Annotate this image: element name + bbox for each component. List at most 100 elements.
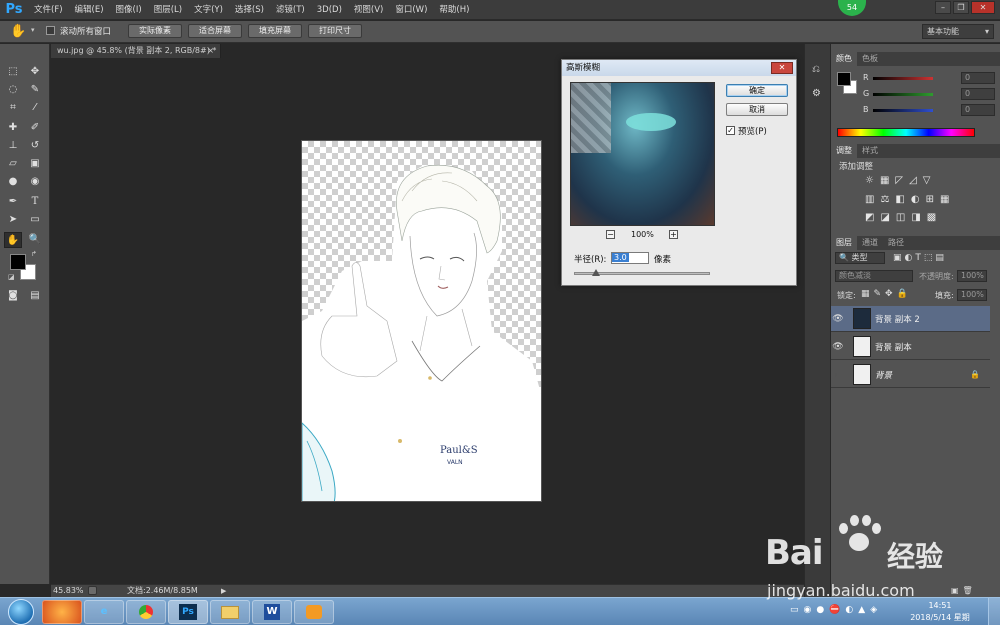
blend-mode-select[interactable]: 颜色减淡 bbox=[835, 270, 913, 282]
tab-adjustments[interactable]: 调整 bbox=[831, 144, 857, 158]
history-brush-tool-icon[interactable]: ↺ bbox=[26, 138, 44, 154]
show-desktop-button[interactable] bbox=[988, 598, 1000, 625]
radius-slider-thumb[interactable] bbox=[592, 269, 600, 276]
eye-icon[interactable]: 👁 bbox=[831, 342, 845, 352]
menu-view[interactable]: 视图(V) bbox=[348, 0, 389, 20]
tab-channels[interactable]: 通道 bbox=[857, 236, 883, 250]
adjust-icons-row-3[interactable]: ◩◪◫◨▩ bbox=[865, 212, 942, 223]
color-spectrum-bar[interactable] bbox=[837, 128, 975, 137]
pen-tool-icon[interactable]: ✒ bbox=[4, 194, 22, 210]
menu-layer[interactable]: 图层(L) bbox=[148, 0, 188, 20]
actual-pixels-button[interactable]: 实际像素 bbox=[128, 24, 182, 38]
layer-kind-filter[interactable]: 🔍 类型 bbox=[835, 252, 885, 264]
blue-value-field[interactable]: 0 bbox=[961, 104, 995, 116]
red-slider[interactable] bbox=[873, 77, 933, 80]
restore-button[interactable]: ❐ bbox=[953, 1, 969, 14]
history-icon[interactable]: ⎌ bbox=[812, 64, 820, 75]
move-tool-icon[interactable]: ✥ bbox=[26, 64, 44, 80]
menu-3d[interactable]: 3D(D) bbox=[311, 0, 348, 20]
tab-color[interactable]: 颜色 bbox=[831, 52, 857, 66]
word-taskbar-icon[interactable]: W bbox=[252, 600, 292, 624]
system-tray-icons[interactable]: ▭◉●⛔◐▲◈ bbox=[790, 605, 882, 615]
crop-tool-icon[interactable]: ⌗ bbox=[4, 100, 22, 116]
gradient-tool-icon[interactable]: ▣ bbox=[26, 156, 44, 172]
hand-tool-active-icon[interactable]: ✋ bbox=[4, 232, 22, 248]
tray-clock[interactable]: 14:51 2018/5/14 星期一 bbox=[910, 600, 970, 625]
document-tab[interactable]: wu.jpg @ 45.8% (背景 副本 2, RGB/8#) * × bbox=[51, 44, 221, 58]
scroll-all-windows-checkbox[interactable] bbox=[46, 26, 55, 35]
preview-checkbox[interactable]: ✓ bbox=[726, 126, 735, 135]
quick-mask-icon[interactable]: ◙ bbox=[4, 288, 22, 304]
screen-mode-icon[interactable]: ▤ bbox=[26, 288, 44, 304]
brush-tool-icon[interactable]: ✐ bbox=[26, 120, 44, 136]
green-slider[interactable] bbox=[873, 93, 933, 96]
type-tool-icon[interactable]: T bbox=[26, 194, 44, 210]
workspace-select[interactable]: 基本功能 ▾ bbox=[922, 24, 994, 39]
firefox-taskbar-icon[interactable] bbox=[42, 600, 82, 624]
fill-field[interactable]: 100% bbox=[957, 289, 987, 301]
tab-styles[interactable]: 样式 bbox=[857, 144, 883, 158]
status-info-icon[interactable] bbox=[88, 586, 97, 595]
properties-icon[interactable]: ⚙ bbox=[812, 88, 821, 99]
lock-icons[interactable]: ▦✎✥🔒 bbox=[861, 289, 912, 299]
zoom-level[interactable]: 45.83% bbox=[53, 585, 84, 597]
zoom-tool-icon[interactable]: 🔍 bbox=[26, 232, 44, 248]
menu-image[interactable]: 图像(I) bbox=[110, 0, 148, 20]
clone-stamp-tool-icon[interactable]: ⊥ bbox=[4, 138, 22, 154]
status-menu-arrow-icon[interactable]: ▶ bbox=[221, 585, 226, 597]
tool-preset-chevron-icon[interactable]: ▾ bbox=[31, 26, 35, 34]
foreground-color-swatch[interactable] bbox=[10, 254, 26, 270]
tab-layers[interactable]: 图层 bbox=[831, 236, 857, 250]
dodge-tool-icon[interactable]: ◉ bbox=[26, 174, 44, 190]
blur-tool-icon[interactable]: ● bbox=[4, 174, 22, 190]
adjust-icons-row-1[interactable]: ☼▦◸◿▽ bbox=[865, 175, 936, 186]
video-player-taskbar-icon[interactable] bbox=[294, 600, 334, 624]
lasso-tool-icon[interactable]: ◌ bbox=[4, 82, 22, 98]
menu-help[interactable]: 帮助(H) bbox=[433, 0, 475, 20]
path-select-tool-icon[interactable]: ➤ bbox=[4, 212, 22, 228]
opacity-field[interactable]: 100% bbox=[957, 270, 987, 282]
cancel-button[interactable]: 取消 bbox=[726, 103, 788, 116]
red-value-field[interactable]: 0 bbox=[961, 72, 995, 84]
blue-slider[interactable] bbox=[873, 109, 933, 112]
photoshop-taskbar-icon[interactable]: Ps bbox=[168, 600, 208, 624]
eyedropper-tool-icon[interactable]: ⁄ bbox=[26, 100, 44, 116]
menu-edit[interactable]: 编辑(E) bbox=[69, 0, 110, 20]
explorer-taskbar-icon[interactable] bbox=[210, 600, 250, 624]
rectangle-tool-icon[interactable]: ▭ bbox=[26, 212, 44, 228]
hand-tool-icon[interactable]: ✋ bbox=[10, 24, 26, 39]
layer-row[interactable]: 👁 背景 副本 2 bbox=[831, 306, 990, 332]
menu-filter[interactable]: 滤镜(T) bbox=[270, 0, 311, 20]
blur-preview-image[interactable] bbox=[570, 82, 715, 226]
minimize-button[interactable]: – bbox=[935, 1, 951, 14]
menu-window[interactable]: 窗口(W) bbox=[389, 0, 433, 20]
close-window-button[interactable]: ✕ bbox=[971, 1, 995, 14]
swap-colors-icon[interactable]: ↱ bbox=[31, 250, 37, 258]
eraser-tool-icon[interactable]: ▱ bbox=[4, 156, 22, 172]
green-value-field[interactable]: 0 bbox=[961, 88, 995, 100]
tab-paths[interactable]: 路径 bbox=[883, 236, 909, 250]
start-button[interactable] bbox=[8, 599, 34, 625]
tab-swatches[interactable]: 色板 bbox=[857, 52, 883, 66]
print-size-button[interactable]: 打印尺寸 bbox=[308, 24, 362, 38]
layer-row[interactable]: 👁 背景 副本 bbox=[831, 334, 990, 360]
chrome-taskbar-icon[interactable] bbox=[126, 600, 166, 624]
ie-taskbar-icon[interactable]: e bbox=[84, 600, 124, 624]
eye-hidden-icon[interactable]: ▫ bbox=[831, 370, 845, 380]
adjust-icons-row-2[interactable]: ▥⚖◧◐⊞▦ bbox=[865, 194, 955, 205]
document-canvas[interactable]: Paul&S VALN bbox=[301, 140, 542, 502]
fill-screen-button[interactable]: 填充屏幕 bbox=[248, 24, 302, 38]
default-colors-icon[interactable]: ◪ bbox=[8, 273, 15, 281]
dialog-close-button[interactable]: ✕ bbox=[771, 62, 793, 74]
radius-input[interactable]: 3.0 bbox=[611, 252, 649, 264]
layer-filter-icons[interactable]: ▣◐T⬚▤ bbox=[893, 253, 947, 263]
fit-screen-button[interactable]: 适合屏幕 bbox=[188, 24, 242, 38]
ok-button[interactable]: 确定 bbox=[726, 84, 788, 97]
menu-file[interactable]: 文件(F) bbox=[28, 0, 69, 20]
layer-row[interactable]: ▫ 背景 🔒 bbox=[831, 362, 990, 388]
marquee-tool-icon[interactable]: ⬚ bbox=[4, 64, 22, 80]
quick-select-tool-icon[interactable]: ✎ bbox=[26, 82, 44, 98]
zoom-out-button[interactable]: − bbox=[606, 230, 615, 239]
menu-select[interactable]: 选择(S) bbox=[229, 0, 270, 20]
close-tab-icon[interactable]: × bbox=[207, 44, 214, 58]
